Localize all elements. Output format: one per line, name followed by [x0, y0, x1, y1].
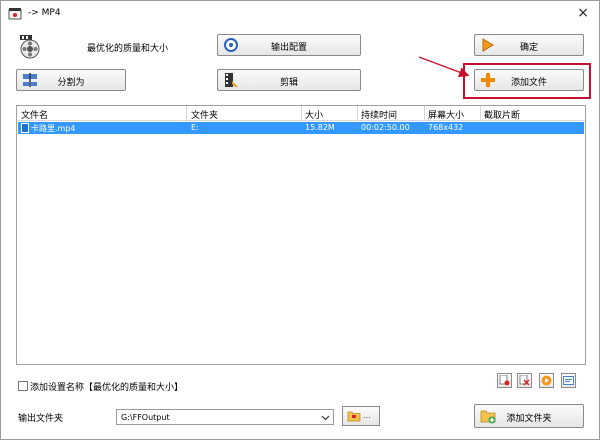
play-button[interactable]: [539, 373, 554, 388]
add-folder-label: 添加文件夹: [506, 414, 552, 424]
row-name: 卡路里.mp4: [31, 124, 76, 133]
file-list-header: 文件名 文件夹 大小 持续时间 屏幕大小 截取片断: [17, 106, 585, 121]
app-icon: [8, 8, 22, 20]
column-header-clip[interactable]: 截取片断: [484, 108, 520, 121]
output-config-button[interactable]: 输出配置: [217, 34, 361, 56]
delete-icon: [519, 375, 530, 386]
row-duration: 00:02:50.00: [361, 123, 410, 132]
output-folder-select[interactable]: G:\FFOutput: [116, 409, 334, 425]
table-row[interactable]: 卡路里.mp4 E: 15.82M 00:02:50.00 768x432: [18, 122, 584, 134]
confirm-button[interactable]: 确定: [474, 34, 584, 56]
video-file-icon: [21, 123, 29, 133]
remove-file-button[interactable]: [497, 373, 512, 388]
main-window: -> MP4 × 最优化的质量和大小 输出配置 确定 分割为 剪辑 添加文件 文…: [0, 0, 600, 440]
column-header-screen[interactable]: 屏幕大小: [428, 108, 464, 121]
profile-label: 最优化的质量和大小: [87, 44, 169, 54]
remove-file-icon: [499, 375, 510, 386]
clear-list-button[interactable]: [517, 373, 532, 388]
column-header-folder[interactable]: 文件夹: [191, 108, 218, 121]
add-setting-name-checkbox[interactable]: [18, 381, 28, 391]
media-info-button[interactable]: [561, 373, 576, 388]
output-folder-label: 输出文件夹: [18, 414, 64, 424]
column-header-size[interactable]: 大小: [305, 108, 323, 121]
film-reel-icon: [20, 35, 40, 59]
close-button[interactable]: ×: [577, 5, 589, 21]
browse-dots: ...: [363, 411, 371, 420]
edit-label: 剪辑: [279, 78, 298, 88]
column-header-name[interactable]: 文件名: [21, 108, 48, 121]
column-header-duration[interactable]: 持续时间: [361, 108, 397, 121]
add-folder-button[interactable]: 添加文件夹: [474, 404, 584, 428]
chevron-down-icon: [321, 415, 330, 421]
output-config-label: 输出配置: [270, 43, 307, 53]
row-screen: 768x432: [428, 123, 464, 132]
split-button[interactable]: 分割为: [16, 69, 126, 91]
confirm-label: 确定: [519, 43, 538, 53]
edit-button[interactable]: 剪辑: [217, 69, 361, 91]
media-info-icon: [563, 376, 574, 385]
split-label: 分割为: [57, 78, 85, 88]
file-list[interactable]: 文件名 文件夹 大小 持续时间 屏幕大小 截取片断 卡路里.mp4 E: 15.…: [16, 105, 586, 365]
row-folder: E:: [191, 123, 199, 132]
title-bar: -> MP4 ×: [1, 1, 599, 27]
play-icon: [541, 375, 552, 386]
browse-folder-button[interactable]: ...: [342, 406, 380, 426]
window-title: -> MP4: [28, 8, 61, 18]
output-folder-path: G:\FFOutput: [121, 413, 170, 422]
folder-icon: [347, 411, 361, 422]
row-size: 15.82M: [305, 123, 335, 132]
add-setting-name-label: 添加设置名称【最优化的质量和大小】: [30, 383, 184, 393]
highlight-box: [463, 63, 591, 99]
